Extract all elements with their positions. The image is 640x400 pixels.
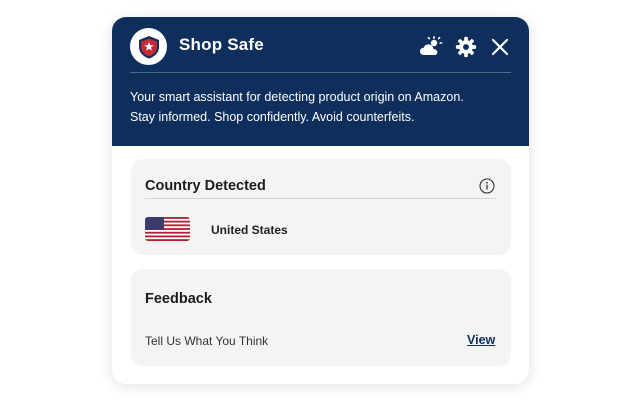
weather-theme-icon[interactable] [419,35,443,59]
close-icon[interactable] [488,35,512,59]
feedback-card-title: Feedback [145,291,212,307]
tagline-line-2: Stay informed. Shop confidently. Avoid c… [130,110,415,124]
shield-logo-icon [138,35,159,58]
feedback-card: Feedback Tell Us What You Think View [131,269,511,366]
feedback-prompt: Tell Us What You Think [145,334,269,348]
tagline-line-1: Your smart assistant for detecting produ… [130,90,464,104]
country-detected-card: Country Detected United States [131,159,511,255]
popup-header: Shop Safe Your smart assistant for detec… [112,17,529,146]
us-flag-icon [145,217,190,241]
feedback-view-link[interactable]: View [467,333,495,347]
detected-country-name: United States [211,223,288,237]
country-card-divider [145,198,496,199]
header-divider [130,72,511,73]
gear-icon[interactable] [454,35,478,59]
app-title: Shop Safe [179,35,264,54]
shop-safe-popup: Shop Safe Your smart assistant for detec… [112,17,529,384]
country-card-title: Country Detected [145,178,266,194]
app-tagline: Your smart assistant for detecting produ… [130,87,520,127]
shop-safe-logo [130,28,167,65]
info-icon[interactable] [479,178,495,194]
